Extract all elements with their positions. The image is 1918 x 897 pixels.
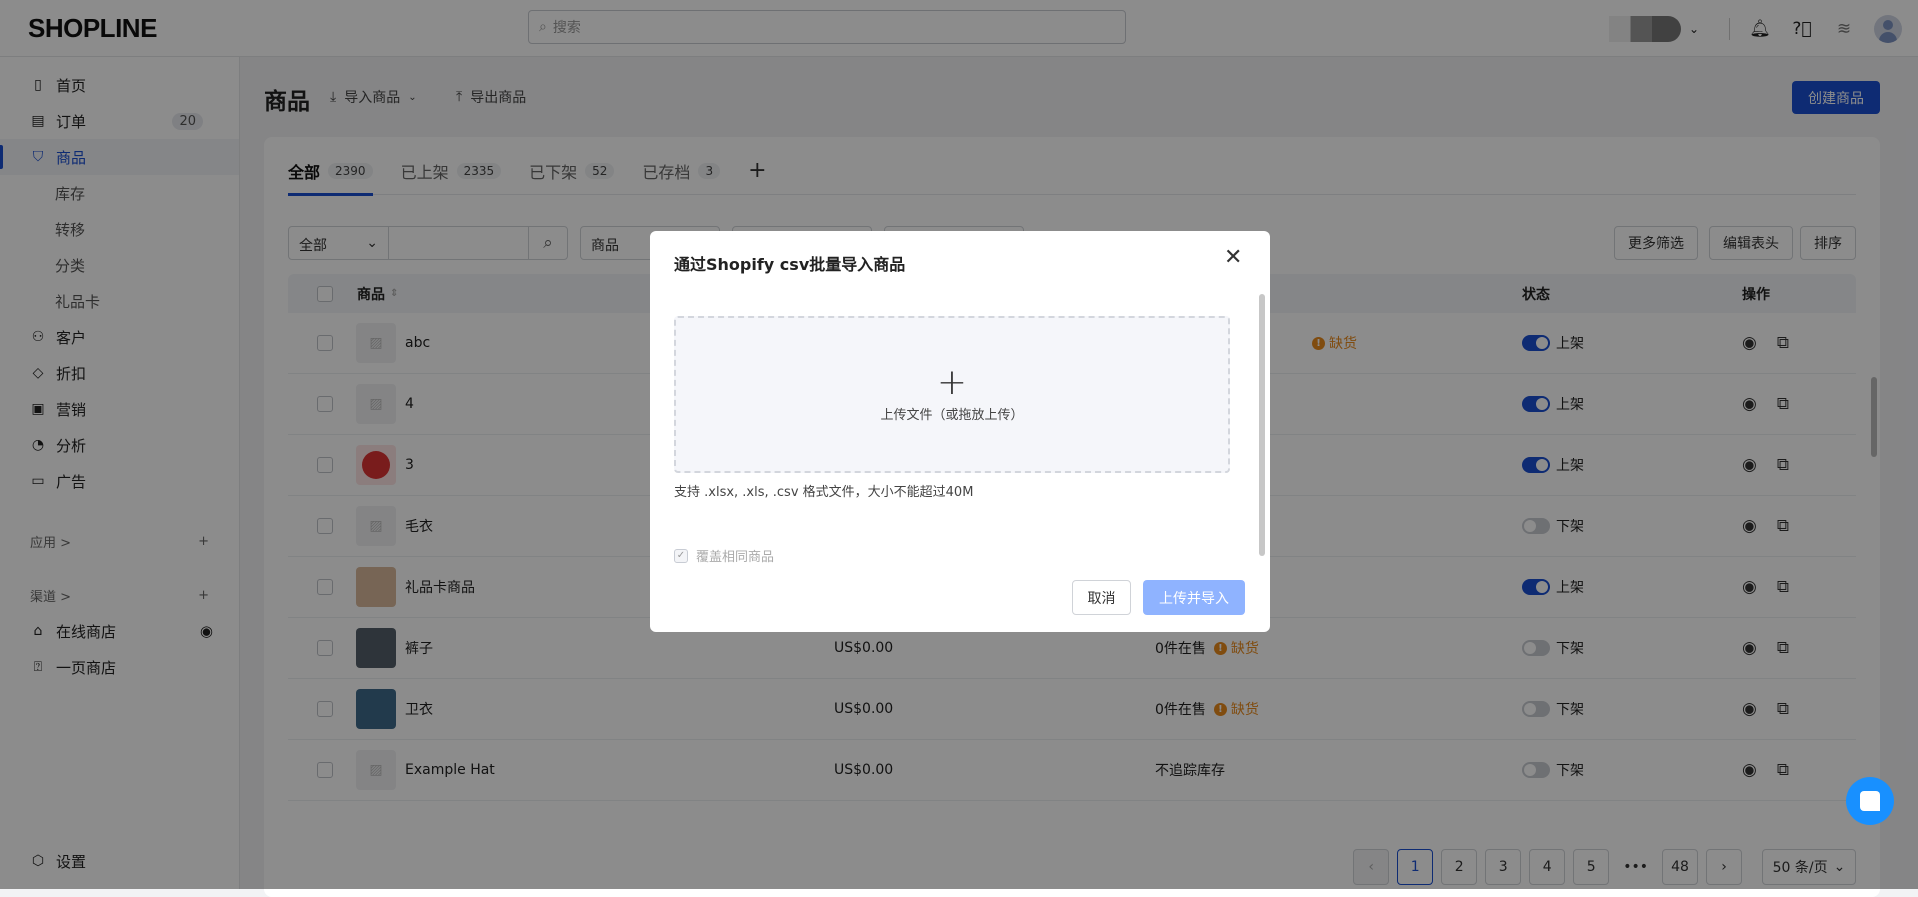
dialog-title: 通过Shopify csv批量导入商品 [674,255,906,274]
plus-icon: + [936,362,968,403]
chat-widget-button[interactable] [1846,777,1894,825]
label: 覆盖相同商品 [696,550,775,565]
chat-icon [1860,791,1880,811]
upload-label: 上传文件（或拖放上传） [880,408,1024,423]
check-icon: ✓ [674,548,688,563]
close-icon[interactable]: ✕ [1224,245,1242,270]
upload-hint: 支持 .xlsx, .xls, .csv 格式文件，大小不能超过40M [674,485,974,500]
upload-import-button[interactable]: 上传并导入 [1143,580,1245,615]
file-upload-dropzone[interactable]: + 上传文件（或拖放上传） [674,316,1230,473]
overwrite-checkbox[interactable]: ✓ 覆盖相同商品 [674,546,774,565]
dialog-scrollbar[interactable] [1259,294,1265,556]
cancel-button[interactable]: 取消 [1072,580,1131,615]
import-dialog: 通过Shopify csv批量导入商品 ✕ + 上传文件（或拖放上传） 支持 .… [650,231,1270,632]
